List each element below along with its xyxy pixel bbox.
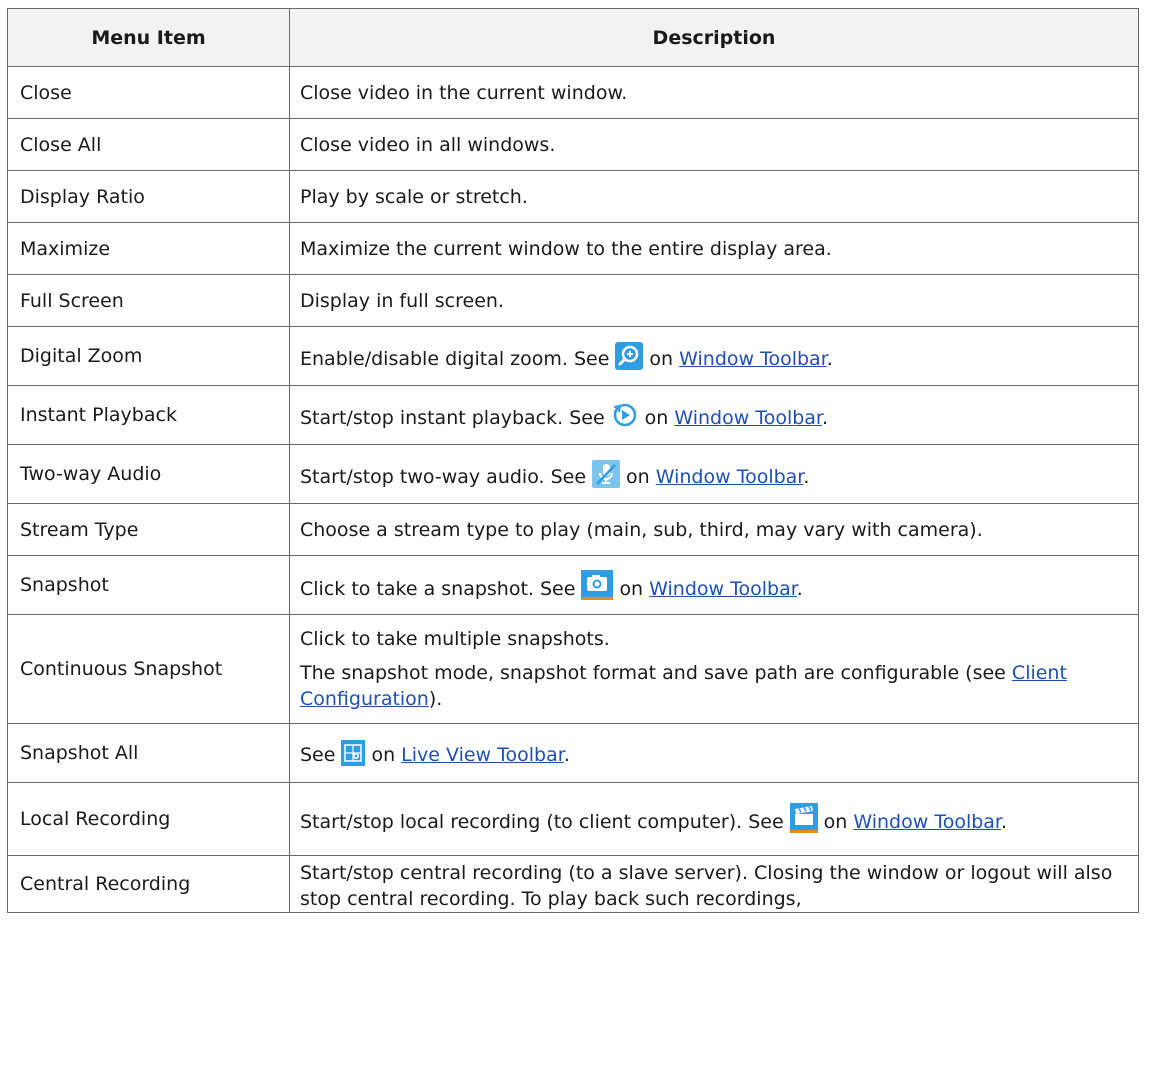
- description-cell: Click to take multiple snapshots. The sn…: [289, 614, 1139, 724]
- header-menu-item: Menu Item: [7, 8, 290, 67]
- table-row: Full Screen Display in full screen.: [7, 274, 1139, 327]
- punctuation: .: [1001, 811, 1008, 833]
- header-description: Description: [289, 8, 1139, 67]
- menu-item-cell: Instant Playback: [7, 385, 290, 445]
- table-row: Instant Playback Start/stop instant play…: [7, 385, 1139, 445]
- menu-item-cell: Snapshot All: [7, 723, 290, 783]
- description-cell: Choose a stream type to play (main, sub,…: [289, 503, 1139, 556]
- menu-item-cell: Continuous Snapshot: [7, 614, 290, 724]
- description-cell: Play by scale or stretch.: [289, 170, 1139, 223]
- description-paragraph: Click to take multiple snapshots.: [300, 628, 610, 650]
- description-cell: Click to take a snapshot. See on Window T…: [289, 555, 1139, 615]
- description-text: See: [300, 744, 336, 766]
- description-text: Start/stop two-way audio. See: [300, 466, 587, 488]
- menu-item-cell: Central Recording: [7, 855, 290, 913]
- table-row: Continuous Snapshot Click to take multip…: [7, 614, 1139, 724]
- punctuation: .: [803, 466, 810, 488]
- two-way-audio-icon: [592, 460, 621, 488]
- description-cell: Display in full screen.: [289, 274, 1139, 327]
- local-recording-icon: [789, 803, 818, 833]
- punctuation: ).: [428, 688, 443, 710]
- description-cell: Start/stop two-way audio. See on Window T…: [289, 444, 1139, 504]
- menu-item-cell: Two-way Audio: [7, 444, 290, 504]
- live-view-toolbar-link[interactable]: Live View Toolbar: [401, 744, 564, 766]
- table-row: Snapshot All See on Live View Toolbar.: [7, 723, 1139, 783]
- menu-items-table: Menu Item Description Close Close video …: [7, 8, 1139, 913]
- description-text: Enable/disable digital zoom. See: [300, 348, 610, 370]
- digital-zoom-icon: [615, 342, 644, 370]
- description-cell: Start/stop central recording (to a slave…: [289, 855, 1139, 913]
- camera-icon: [581, 570, 614, 600]
- punctuation: .: [796, 578, 803, 600]
- description-text: Start/stop local recording (to client co…: [300, 811, 784, 833]
- menu-item-cell: Display Ratio: [7, 170, 290, 223]
- table-row: Display Ratio Play by scale or stretch.: [7, 170, 1139, 223]
- menu-item-cell: Close: [7, 66, 290, 119]
- instant-playback-icon: [610, 401, 639, 429]
- description-cell: Start/stop instant playback. See on Windo…: [289, 385, 1139, 445]
- description-paragraph: The snapshot mode, snapshot format and s…: [300, 660, 1126, 712]
- window-toolbar-link[interactable]: Window Toolbar: [679, 348, 827, 370]
- menu-item-cell: Stream Type: [7, 503, 290, 556]
- description-cell: Enable/disable digital zoom. See on Windo…: [289, 326, 1139, 386]
- on-text: on: [649, 348, 674, 370]
- description-cell: Start/stop local recording (to client co…: [289, 782, 1139, 856]
- on-text: on: [644, 407, 669, 429]
- on-text: on: [626, 466, 650, 488]
- table-row: Local Recording Start/stop local recordi…: [7, 782, 1139, 856]
- description-paragraph: Start/stop central recording (to a slave…: [300, 862, 1113, 910]
- window-toolbar-link[interactable]: Window Toolbar: [674, 407, 822, 429]
- table-header-row: Menu Item Description: [7, 8, 1139, 67]
- table-row: Two-way Audio Start/stop two-way audio. …: [7, 444, 1139, 504]
- snapshot-all-icon: [341, 740, 366, 766]
- on-text: on: [619, 578, 644, 600]
- description-text: Click to take a snapshot. See: [300, 578, 576, 600]
- description-cell: Maximize the current window to the entir…: [289, 222, 1139, 275]
- table-row: Digital Zoom Enable/disable digital zoom…: [7, 326, 1139, 386]
- punctuation: .: [563, 744, 570, 766]
- description-paragraph: Start/stop local recording (to client co…: [300, 803, 1126, 835]
- menu-item-cell: Close All: [7, 118, 290, 171]
- menu-item-cell: Digital Zoom: [7, 326, 290, 386]
- table-row: Close Close video in the current window.: [7, 66, 1139, 119]
- description-cell: Close video in the current window.: [289, 66, 1139, 119]
- punctuation: .: [826, 348, 833, 370]
- window-toolbar-link[interactable]: Window Toolbar: [656, 466, 804, 488]
- description-cell: See on Live View Toolbar.: [289, 723, 1139, 783]
- description-text: The snapshot mode, snapshot format and s…: [300, 662, 1006, 684]
- table-row: Maximize Maximize the current window to …: [7, 222, 1139, 275]
- window-toolbar-link[interactable]: Window Toolbar: [853, 811, 1001, 833]
- punctuation: .: [822, 407, 829, 429]
- on-text: on: [823, 811, 848, 833]
- window-toolbar-link[interactable]: Window Toolbar: [649, 578, 797, 600]
- menu-item-cell: Local Recording: [7, 782, 290, 856]
- table-row: Snapshot Click to take a snapshot. See on…: [7, 555, 1139, 615]
- description-cell: Close video in all windows.: [289, 118, 1139, 171]
- table-row: Stream Type Choose a stream type to play…: [7, 503, 1139, 556]
- description-text: Start/stop instant playback. See: [300, 407, 605, 429]
- menu-item-cell: Snapshot: [7, 555, 290, 615]
- table-row: Central Recording Start/stop central rec…: [7, 855, 1139, 913]
- table-row: Close All Close video in all windows.: [7, 118, 1139, 171]
- menu-item-cell: Maximize: [7, 222, 290, 275]
- on-text: on: [371, 744, 396, 766]
- menu-item-cell: Full Screen: [7, 274, 290, 327]
